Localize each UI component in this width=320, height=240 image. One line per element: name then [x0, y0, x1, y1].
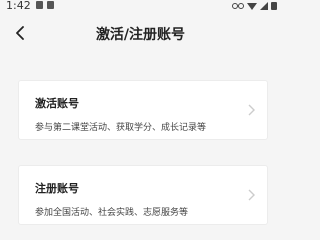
card-title: 激活账号: [35, 97, 79, 110]
chevron-right-icon: [247, 104, 257, 116]
card-description: 参加全国活动、社会实践、志愿服务等: [35, 208, 189, 218]
register-account-card[interactable]: 注册账号 参加全国活动、社会实践、志愿服务等: [18, 165, 268, 225]
card-title: 注册账号: [35, 182, 79, 195]
activate-account-card[interactable]: 激活账号 参与第二课堂活动、获取学分、成长记录等: [18, 80, 268, 140]
link-icon: [232, 2, 244, 9]
app-notification-icon: [47, 1, 54, 9]
signal-icon: [260, 1, 268, 10]
page-title: 激活/注册账号: [95, 27, 186, 43]
chevron-right-icon: [247, 189, 257, 201]
status-bar: 1:42: [0, 0, 281, 14]
header: 激活/注册账号: [0, 14, 281, 54]
status-icons: [232, 1, 277, 10]
wifi-icon: [247, 2, 257, 10]
status-time: 1:42: [6, 0, 31, 12]
battery-icon: [271, 2, 277, 10]
card-description: 参与第二课堂活动、获取学分、成长记录等: [35, 123, 207, 133]
notification-icon: [36, 1, 43, 9]
